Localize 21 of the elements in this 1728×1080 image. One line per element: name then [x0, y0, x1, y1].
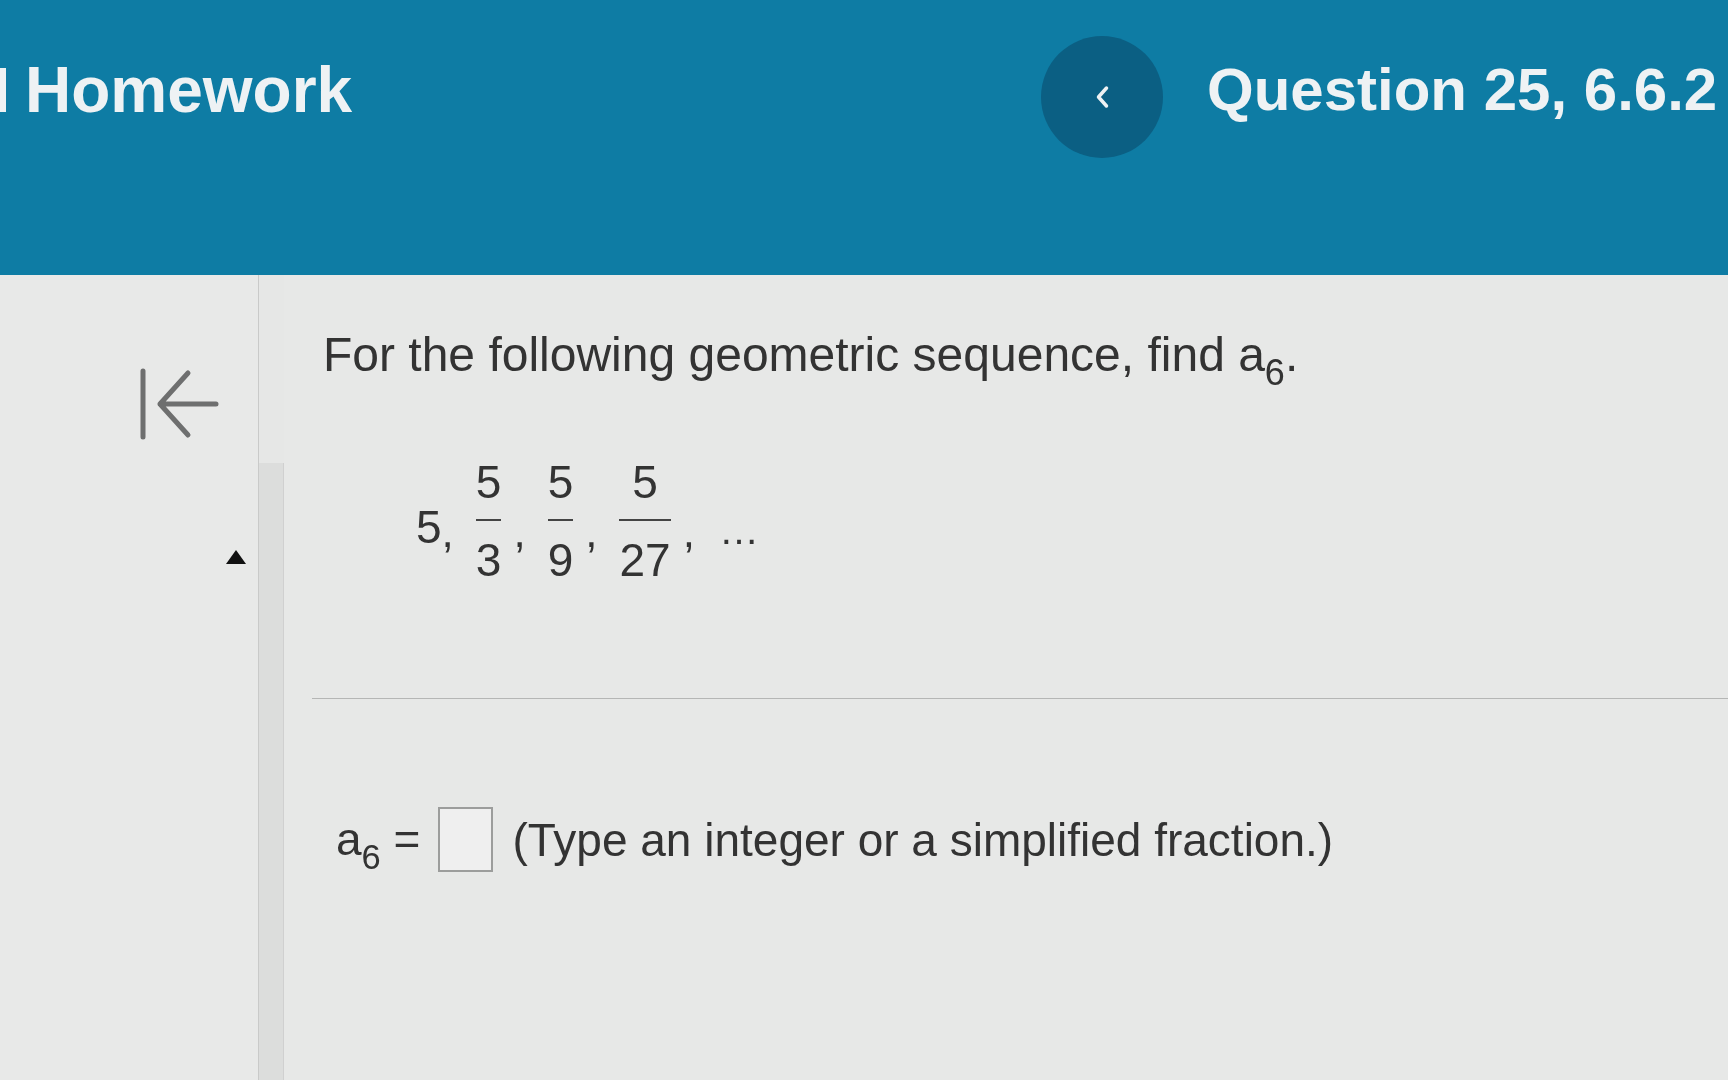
comma: , — [682, 510, 695, 554]
sequence-term: 5 — [416, 504, 442, 550]
fraction-numerator: 5 — [475, 459, 502, 521]
question-label: Question 25, 6.6.2 — [1206, 60, 1719, 120]
comma: , — [513, 510, 526, 554]
answer-box[interactable] — [438, 807, 494, 872]
caret-up-icon[interactable] — [226, 550, 246, 564]
ellipsis: … — [718, 510, 759, 550]
question-prompt: For the following geometric sequence, find a$_{6}$. — [323, 327, 1299, 385]
chevron-left-icon — [1095, 85, 1109, 109]
vertical-bar-icon — [0, 68, 6, 112]
fraction-denominator: 3 — [475, 533, 502, 583]
fraction-denominator: 27 — [619, 533, 671, 583]
arrow-left-to-line-icon[interactable] — [138, 367, 220, 441]
comma: , — [441, 510, 454, 554]
fraction-denominator: 9 — [547, 533, 574, 583]
fraction-numerator: 5 — [619, 459, 671, 521]
comma: , — [585, 510, 598, 554]
fraction-numerator: 5 — [547, 459, 574, 521]
page-title: Homework — [25, 58, 353, 122]
answer-label: a$_{6}$ = — [336, 812, 421, 874]
